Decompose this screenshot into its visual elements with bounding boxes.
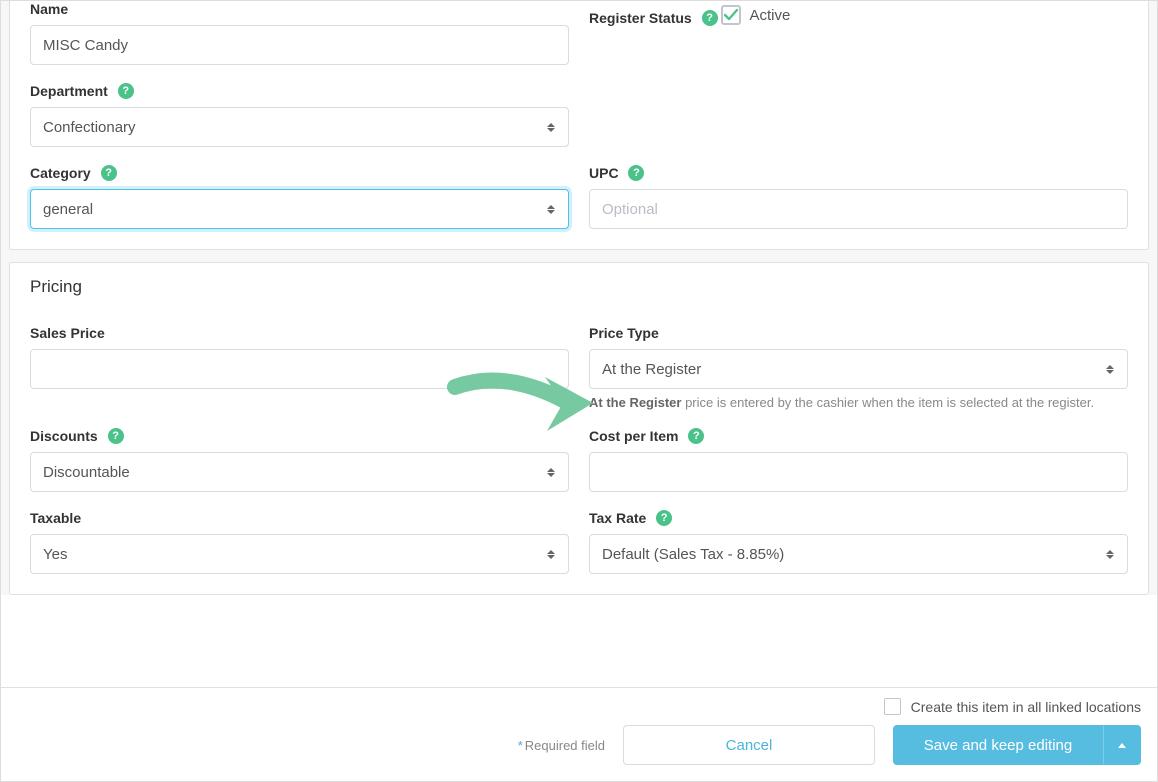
chevron-updown-icon [546,550,556,559]
department-value: Confectionary [43,119,546,136]
taxable-select[interactable]: Yes [30,534,569,574]
save-button[interactable]: Save and keep editing [893,725,1103,765]
tax-rate-label: Tax Rate [589,510,646,526]
sales-price-label: Sales Price [30,325,105,341]
active-checkbox[interactable]: Active [721,5,790,25]
linked-locations-checkbox[interactable] [884,698,901,715]
category-value: general [43,201,546,218]
help-icon[interactable]: ? [101,165,117,181]
upc-input[interactable] [589,189,1128,229]
help-icon[interactable]: ? [702,10,718,26]
taxable-value: Yes [43,546,546,563]
discounts-value: Discountable [43,464,546,481]
help-icon[interactable]: ? [656,510,672,526]
register-status-label: Register Status [589,10,692,26]
sales-price-input[interactable] [30,349,569,389]
category-select[interactable]: general [30,189,569,229]
cost-per-item-input[interactable] [589,452,1128,492]
chevron-updown-icon [546,468,556,477]
department-select[interactable]: Confectionary [30,107,569,147]
price-type-helper-strong: At the Register [589,395,681,410]
chevron-up-icon [1118,743,1126,748]
tax-rate-select[interactable]: Default (Sales Tax - 8.85%) [589,534,1128,574]
upc-label: UPC [589,165,619,181]
cost-per-item-label: Cost per Item [589,428,678,444]
save-dropdown-button[interactable] [1103,725,1141,765]
chevron-updown-icon [1105,365,1115,374]
category-label: Category [30,165,91,181]
price-type-helper-rest: price is entered by the cashier when the… [681,395,1094,410]
linked-locations-label: Create this item in all linked locations [911,699,1141,715]
chevron-updown-icon [546,205,556,214]
pricing-section-title: Pricing [10,263,1148,307]
help-icon[interactable]: ? [628,165,644,181]
name-input[interactable] [30,25,569,65]
price-type-select[interactable]: At the Register [589,349,1128,389]
chevron-updown-icon [1105,550,1115,559]
price-type-helper: At the Register price is entered by the … [589,395,1128,410]
active-checkbox-label: Active [749,7,790,24]
required-hint: *Required field [518,738,605,753]
help-icon[interactable]: ? [688,428,704,444]
price-type-label: Price Type [589,325,659,341]
checkbox-box [721,5,741,25]
help-icon[interactable]: ? [108,428,124,444]
department-label: Department [30,83,108,99]
tax-rate-value: Default (Sales Tax - 8.85%) [602,546,1105,563]
price-type-value: At the Register [602,361,1105,378]
check-icon [723,7,739,23]
discounts-label: Discounts [30,428,98,444]
cancel-button[interactable]: Cancel [623,725,875,765]
help-icon[interactable]: ? [118,83,134,99]
footer: Create this item in all linked locations… [1,687,1157,781]
chevron-updown-icon [546,123,556,132]
name-label: Name [30,1,68,17]
taxable-label: Taxable [30,510,81,526]
discounts-select[interactable]: Discountable [30,452,569,492]
